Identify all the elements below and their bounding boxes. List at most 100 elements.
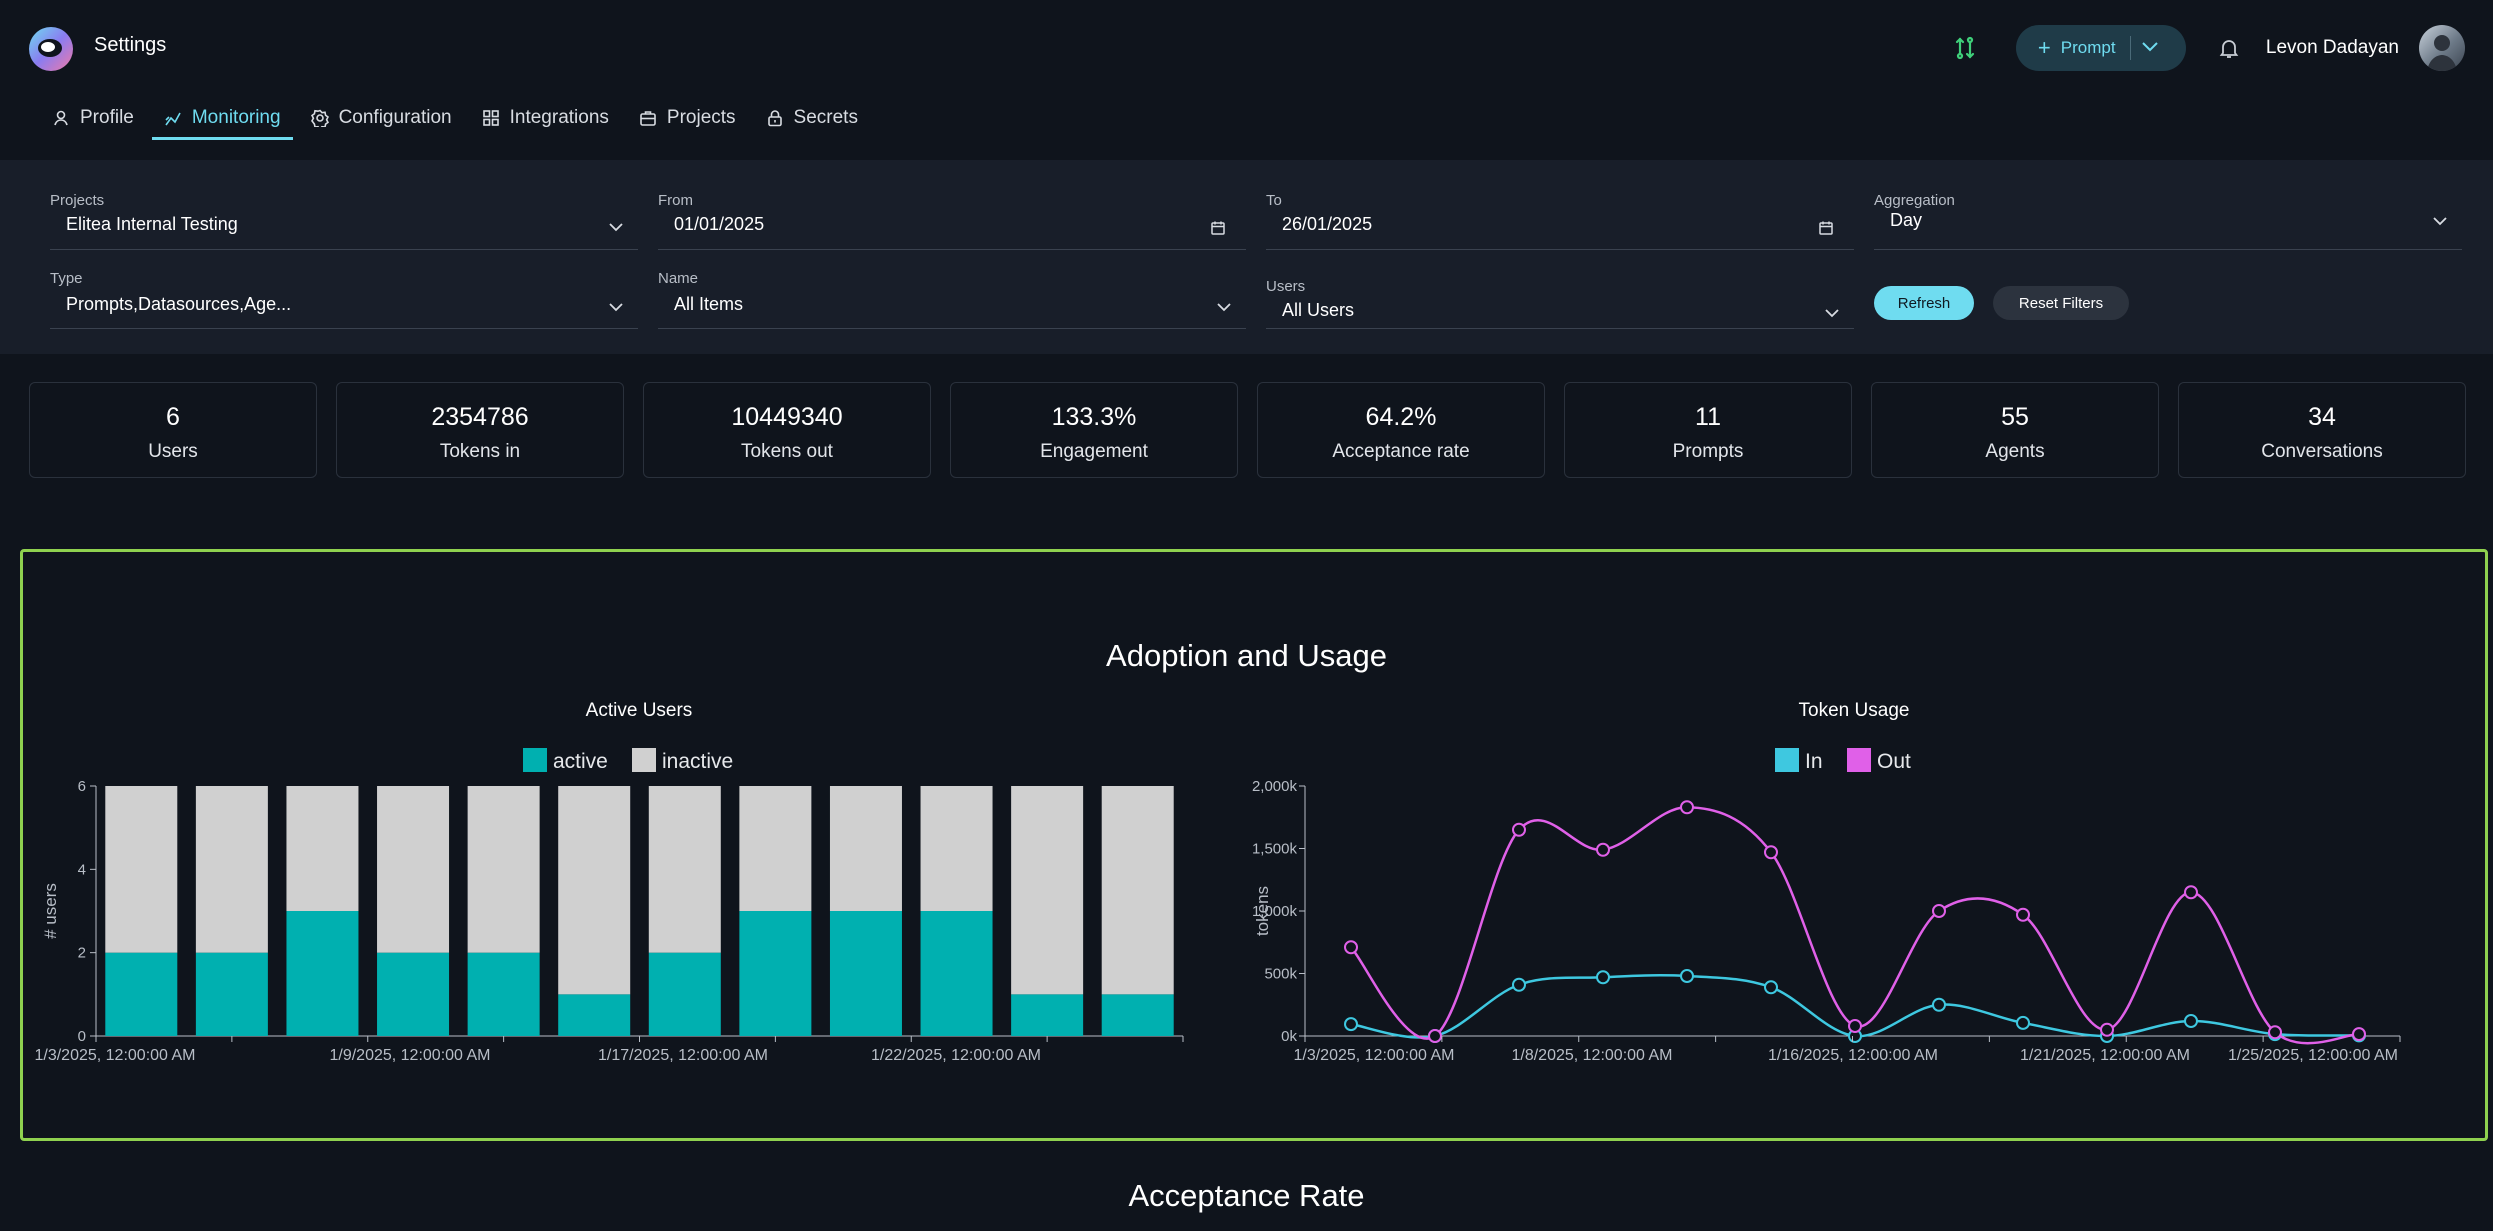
data-point-in bbox=[1680, 969, 1694, 983]
y-tick-label: 0k bbox=[1281, 1028, 1297, 1045]
legend-swatch-in bbox=[1775, 748, 1799, 772]
stat-card-tokens-in: 2354786 Tokens in bbox=[336, 382, 624, 478]
user-name[interactable]: Levon Dadayan bbox=[2266, 37, 2399, 59]
users-value: All Users bbox=[1282, 300, 1355, 320]
users-label: Users bbox=[1266, 278, 1306, 295]
tab-monitoring[interactable]: Monitoring bbox=[151, 96, 293, 140]
chart-line-icon bbox=[165, 112, 181, 126]
tab-integrations[interactable]: Integrations bbox=[470, 96, 621, 140]
stat-card-acceptance-rate: 64.2% Acceptance rate bbox=[1257, 382, 1545, 478]
tab-label: Monitoring bbox=[191, 107, 281, 128]
chevron-down-icon[interactable] bbox=[608, 222, 624, 232]
from-date-field[interactable]: From 01/01/2025 bbox=[658, 192, 1246, 252]
bar-active bbox=[1101, 994, 1174, 1036]
legend-swatch-out bbox=[1847, 748, 1871, 772]
x-tick-label: 1/8/2025, 12:00:00 AM bbox=[1511, 1047, 1672, 1064]
data-point-out bbox=[1344, 940, 1358, 955]
prompt-button[interactable]: + Prompt bbox=[2015, 25, 2186, 71]
adoption-usage-title: Adoption and Usage bbox=[1106, 638, 1387, 673]
projects-select[interactable]: Projects Elitea Internal Testing bbox=[50, 192, 638, 252]
aggregation-label: Aggregation bbox=[1874, 192, 1955, 209]
reset-filters-button[interactable]: Reset Filters bbox=[1993, 286, 2129, 320]
x-tick-label: 1/21/2025, 12:00:00 AM bbox=[2020, 1047, 2190, 1064]
bar-active bbox=[920, 911, 993, 1036]
stat-label: Tokens out bbox=[741, 441, 833, 462]
tab-profile[interactable]: Profile bbox=[40, 96, 146, 140]
refresh-button[interactable]: Refresh bbox=[1874, 286, 1974, 320]
legend-swatch-active bbox=[523, 748, 547, 772]
to-date-field[interactable]: To 26/01/2025 bbox=[1266, 192, 1854, 252]
grid-icon bbox=[482, 110, 499, 126]
tab-label: Configuration bbox=[338, 107, 452, 128]
bar-active bbox=[648, 952, 721, 1036]
elitea-logo-icon[interactable] bbox=[28, 26, 74, 72]
chevron-down-icon[interactable] bbox=[1824, 308, 1840, 318]
bar-active bbox=[558, 994, 631, 1036]
data-point-in bbox=[1932, 997, 1946, 1012]
from-label: From bbox=[658, 192, 693, 209]
y-axis-label: tokens bbox=[1253, 886, 1272, 936]
calendar-icon[interactable] bbox=[1818, 220, 1834, 236]
data-point-out bbox=[2016, 907, 2030, 922]
type-select[interactable]: Type Prompts,Datasources,Age... bbox=[50, 270, 638, 330]
token-usage-chart-title: Token Usage bbox=[1798, 700, 1910, 721]
legend-swatch-inactive bbox=[632, 748, 656, 772]
tab-projects[interactable]: Projects bbox=[627, 96, 748, 140]
bar-inactive bbox=[1101, 786, 1174, 995]
data-point-out bbox=[1932, 904, 1946, 918]
avatar[interactable] bbox=[2419, 25, 2465, 71]
x-tick-label: 1/22/2025, 12:00:00 AM bbox=[871, 1047, 1041, 1064]
briefcase-icon bbox=[640, 111, 656, 126]
y-tick-label: 2 bbox=[78, 945, 86, 962]
tab-secrets[interactable]: Secrets bbox=[754, 96, 870, 140]
stat-label: Engagement bbox=[1040, 441, 1148, 462]
tab-configuration[interactable]: Configuration bbox=[299, 96, 464, 140]
y-tick-label: 0 bbox=[78, 1028, 86, 1045]
gear-icon bbox=[310, 109, 329, 127]
type-value: Prompts,Datasources,Age... bbox=[66, 294, 292, 314]
bar-inactive bbox=[105, 786, 178, 953]
calendar-icon[interactable] bbox=[1210, 220, 1226, 236]
bar-inactive bbox=[467, 786, 540, 953]
bar-inactive bbox=[739, 786, 812, 911]
data-point-out bbox=[2100, 1022, 2114, 1037]
bar-active bbox=[195, 952, 268, 1036]
bar-active bbox=[105, 952, 178, 1036]
name-select[interactable]: Name All Items bbox=[658, 270, 1246, 330]
y-tick-label: 4 bbox=[78, 861, 86, 878]
active-users-chart: active inactive 0 2 4 6 # users 1/3/2025, 12:00… bbox=[34, 748, 1184, 1064]
x-tick-label: 1/3/2025, 12:00:00 AM bbox=[34, 1047, 195, 1064]
filters-panel: Projects Elitea Internal Testing From 01… bbox=[0, 160, 2493, 354]
aggregation-select[interactable]: Aggregation Day bbox=[1874, 192, 2462, 252]
tab-label: Projects bbox=[666, 107, 736, 128]
data-point-in bbox=[1512, 977, 1526, 992]
data-point-out bbox=[1680, 800, 1694, 815]
sync-icon[interactable] bbox=[1950, 33, 1980, 63]
stat-card-engagement: 133.3% Engagement bbox=[950, 382, 1238, 478]
legend-label-out: Out bbox=[1877, 750, 1911, 773]
data-point-in bbox=[1344, 1017, 1358, 1032]
type-label: Type bbox=[50, 270, 83, 287]
to-value: 26/01/2025 bbox=[1282, 214, 1373, 234]
chevron-down-icon[interactable] bbox=[608, 302, 624, 312]
top-bar: Settings + Prompt Levon Dadayan bbox=[0, 0, 2493, 96]
stat-value: 133.3% bbox=[1051, 403, 1137, 431]
x-tick-label: 1/3/2025, 12:00:00 AM bbox=[1293, 1047, 1454, 1064]
users-select[interactable]: Users All Users bbox=[1266, 278, 1854, 330]
from-value: 01/01/2025 bbox=[674, 214, 765, 234]
chevron-down-icon[interactable] bbox=[2432, 216, 2448, 226]
stat-card-agents: 55 Agents bbox=[1871, 382, 2159, 478]
stat-label: Conversations bbox=[2261, 441, 2383, 462]
active-users-chart-title: Active Users bbox=[585, 700, 693, 721]
bar-active bbox=[829, 911, 902, 1036]
chevron-down-icon[interactable] bbox=[1216, 302, 1232, 312]
bell-icon[interactable] bbox=[2218, 37, 2240, 59]
x-tick-label: 1/9/2025, 12:00:00 AM bbox=[329, 1047, 490, 1064]
x-tick-label: 1/17/2025, 12:00:00 AM bbox=[598, 1047, 768, 1064]
chevron-down-icon[interactable] bbox=[2141, 38, 2159, 58]
name-label: Name bbox=[658, 270, 699, 287]
stat-label: Agents bbox=[1985, 441, 2045, 462]
series-line-out bbox=[1350, 805, 2360, 1045]
data-point-out bbox=[2268, 1025, 2282, 1040]
stat-card-users: 6 Users bbox=[29, 382, 317, 478]
